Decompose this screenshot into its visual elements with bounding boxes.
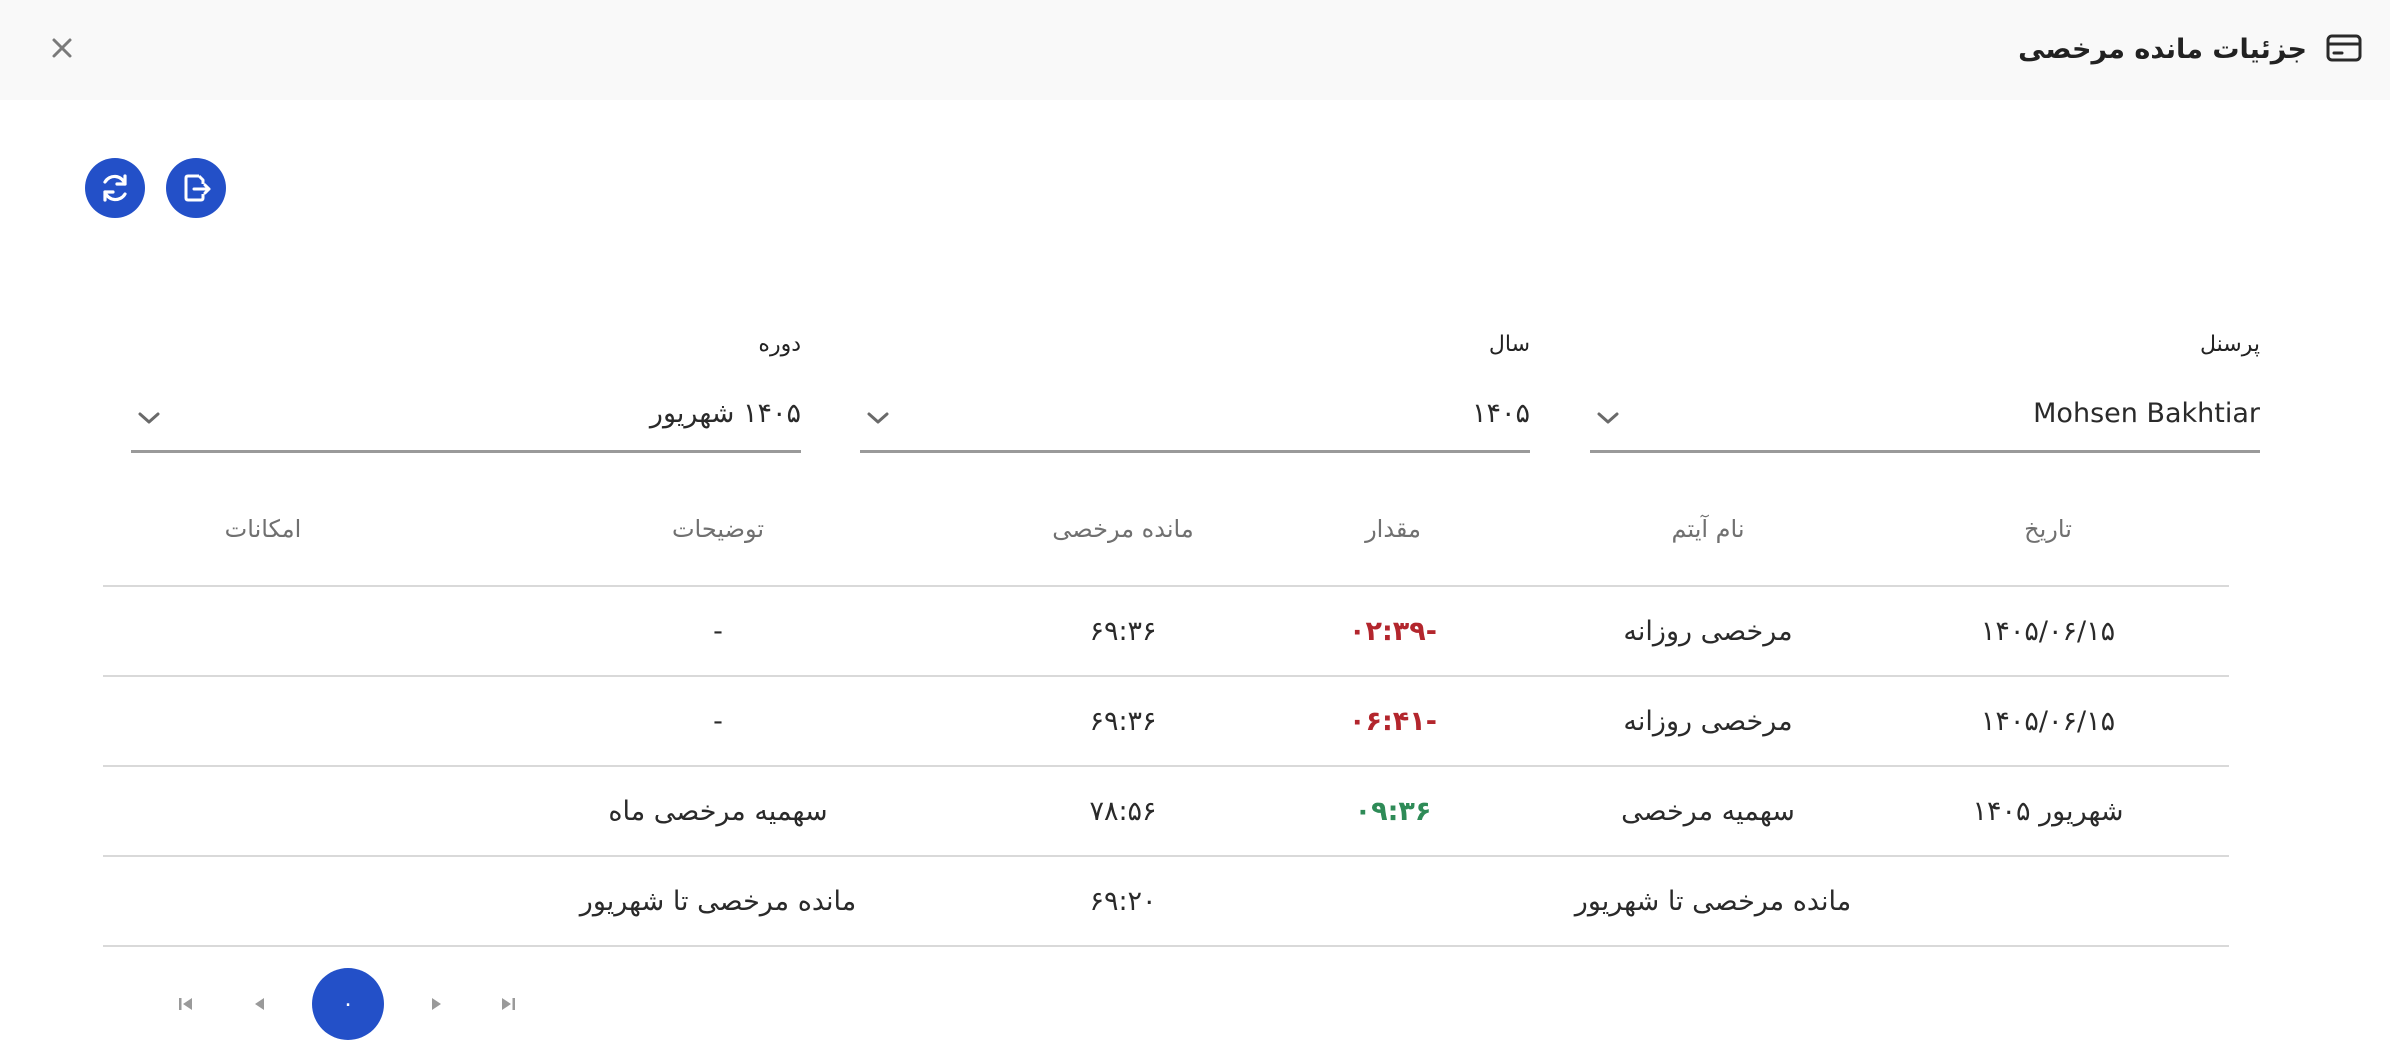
summary-label: مانده مرخصی تا شهریور <box>1574 885 1852 917</box>
first-page-button[interactable] <box>168 986 204 1022</box>
first-page-icon <box>179 998 192 1010</box>
row-date: ۱۴۰۵/۰۶/۱۵ <box>1980 705 2116 737</box>
table-header-row: تاریخ نام آیتم مقدار مانده مرخصی توضیحات… <box>103 480 2229 587</box>
personnel-label: پرسنل <box>2200 332 2260 357</box>
previous-page-icon <box>255 998 264 1010</box>
close-button[interactable] <box>42 28 82 68</box>
leave-balance-dialog: جزئیات مانده مرخصی پرسنل Mohsen Bakhtiar <box>0 0 2390 1057</box>
chevron-down-icon <box>1597 412 1619 424</box>
column-header-description[interactable]: توضیحات <box>463 480 973 585</box>
year-label: سال <box>1488 332 1530 357</box>
period-label: دوره <box>758 332 801 357</box>
row-description: - <box>713 705 723 737</box>
next-page-button[interactable] <box>418 986 454 1022</box>
row-date: شهریور ۱۴۰۵ <box>1972 795 2124 827</box>
year-select[interactable]: سال ۱۴۰۵ <box>860 332 1530 454</box>
table-summary-row: مانده مرخصی تا شهریور ۶۹:۲۰ مانده مرخصی … <box>103 857 2229 947</box>
personnel-underline <box>1590 450 2260 453</box>
close-icon <box>52 38 72 58</box>
chevron-down-icon <box>867 412 889 424</box>
row-description: - <box>713 615 723 647</box>
credit-card-icon <box>2326 34 2362 62</box>
column-header-options: امکانات <box>224 514 302 543</box>
export-file-icon <box>184 174 211 202</box>
next-page-icon <box>432 998 441 1010</box>
chevron-down-icon <box>138 412 160 424</box>
export-button[interactable] <box>166 158 226 218</box>
column-header-item-name[interactable]: نام آیتم <box>1528 480 1888 585</box>
year-underline <box>860 450 1530 453</box>
row-amount: -۰۶:۴۱ <box>1349 705 1437 737</box>
current-page-button[interactable]: ۰ <box>312 968 384 1040</box>
period-value: ۱۴۰۵ شهریور <box>649 398 801 429</box>
row-date: ۱۴۰۵/۰۶/۱۵ <box>1980 615 2116 647</box>
previous-page-button[interactable] <box>242 986 278 1022</box>
personnel-select[interactable]: پرسنل Mohsen Bakhtiar <box>1590 332 2260 454</box>
row-remaining: ۶۹:۳۶ <box>1089 615 1157 647</box>
dialog-title: جزئیات مانده مرخصی <box>2018 34 2307 65</box>
table-row: ۱۴۰۵/۰۶/۱۵ مرخصی روزانه -۰۶:۴۱ ۶۹:۳۶ - <box>103 677 2229 767</box>
row-remaining: ۶۹:۲۰ <box>1089 885 1157 917</box>
column-header-date[interactable]: تاریخ <box>1908 480 2188 585</box>
refresh-icon <box>103 174 127 202</box>
refresh-button[interactable] <box>85 158 145 218</box>
row-remaining: ۷۸:۵۶ <box>1089 795 1157 827</box>
period-select[interactable]: دوره ۱۴۰۵ شهریور <box>131 332 801 454</box>
column-header-remaining[interactable]: مانده مرخصی <box>973 480 1273 585</box>
personnel-value: Mohsen Bakhtiar <box>2033 398 2260 429</box>
row-item-name: مرخصی روزانه <box>1623 615 1793 647</box>
period-underline <box>131 450 801 453</box>
leave-balance-table: تاریخ نام آیتم مقدار مانده مرخصی توضیحات… <box>103 480 2229 947</box>
last-page-button[interactable] <box>490 986 526 1022</box>
year-value: ۱۴۰۵ <box>1471 398 1530 429</box>
column-header-amount[interactable]: مقدار <box>1268 480 1518 585</box>
table-row: شهریور ۱۴۰۵ سهمیه مرخصی ۰۹:۳۶ ۷۸:۵۶ سهمی… <box>103 767 2229 857</box>
row-remaining: ۶۹:۳۶ <box>1089 705 1157 737</box>
row-description: مانده مرخصی تا شهریور <box>579 885 857 917</box>
row-description: سهمیه مرخصی ماه <box>608 795 828 827</box>
row-amount: -۰۲:۳۹ <box>1349 615 1437 647</box>
pagination: ۰ <box>160 968 560 1040</box>
row-amount: ۰۹:۳۶ <box>1354 795 1432 827</box>
row-item-name: مرخصی روزانه <box>1623 705 1793 737</box>
table-row: ۱۴۰۵/۰۶/۱۵ مرخصی روزانه -۰۲:۳۹ ۶۹:۳۶ - <box>103 587 2229 677</box>
last-page-icon <box>502 998 515 1010</box>
dialog-header: جزئیات مانده مرخصی <box>0 0 2390 100</box>
row-item-name: سهمیه مرخصی <box>1621 795 1795 827</box>
